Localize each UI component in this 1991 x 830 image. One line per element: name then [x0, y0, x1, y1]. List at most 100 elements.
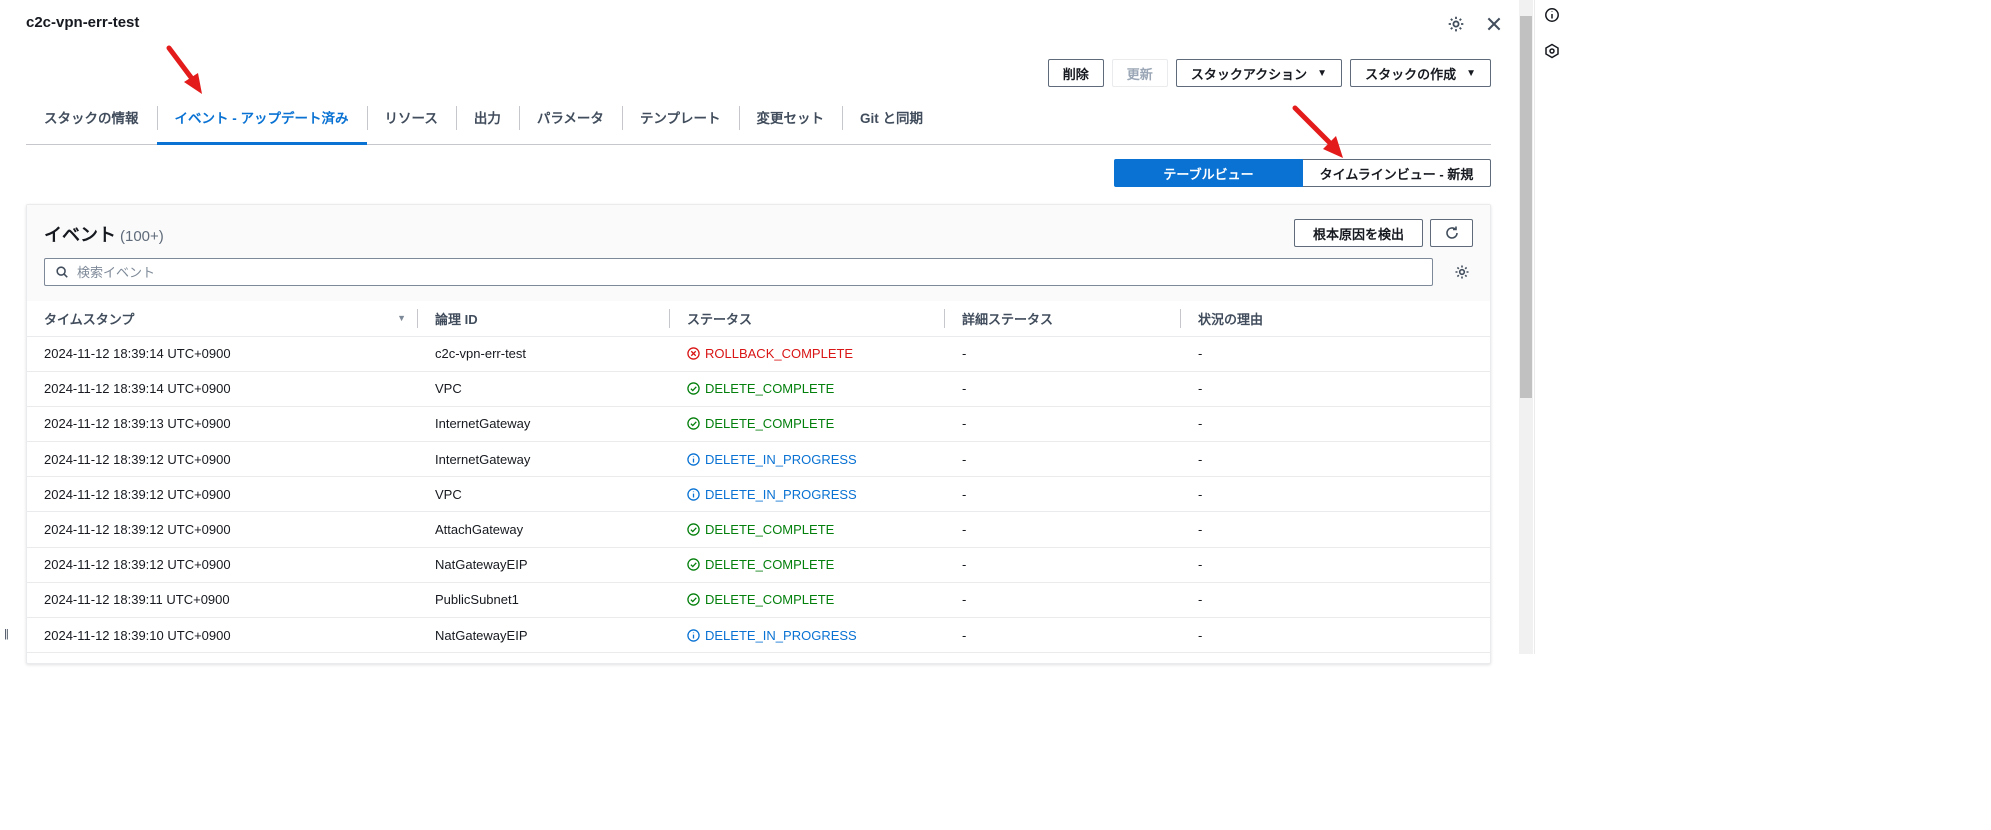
search-input[interactable]	[77, 264, 1377, 280]
column-header-timestamp[interactable]: タイムスタンプ ▼	[27, 301, 418, 337]
status-cell: DELETE_COMPLETE	[670, 547, 945, 583]
status-success-icon	[687, 593, 700, 607]
status-cell: ROLLBACK_COMPLETE	[670, 336, 945, 372]
status-success-icon	[687, 382, 700, 396]
table-row[interactable]: 2024-11-12 18:39:12 UTC+0900 AttachGatewa…	[27, 511, 1490, 548]
status-text: ROLLBACK_COMPLETE	[705, 346, 854, 362]
status-text: DELETE_IN_PROGRESS	[705, 627, 857, 643]
table-row[interactable]: 2024-11-12 18:39:12 UTC+0900 InternetGate…	[27, 441, 1490, 478]
delete-button-label: 削除	[1062, 66, 1089, 82]
column-header-detailed-status[interactable]: 詳細ステータス	[945, 301, 1181, 337]
close-icon[interactable]	[1485, 15, 1503, 33]
table-row[interactable]: 2024-11-12 18:39:11 UTC+0900 PublicSubnet…	[27, 582, 1490, 619]
status-text: DELETE_COMPLETE	[705, 557, 835, 573]
settings-icon[interactable]	[1447, 15, 1465, 33]
status-reason-cell: -	[1181, 617, 1490, 654]
column-header-status-reason[interactable]: 状況の理由	[1181, 301, 1490, 337]
detailed-status-cell: -	[945, 547, 1181, 583]
status-cell: DELETE_IN_PROGRESS	[670, 617, 945, 654]
detailed-status-cell: -	[945, 511, 1181, 548]
timestamp-cell: 2024-11-12 18:39:12 UTC+0900	[27, 441, 418, 478]
tab-parameters[interactable]: パラメータ	[518, 98, 622, 144]
preferences-icon[interactable]	[1454, 264, 1470, 280]
caret-down-icon: ▼	[1317, 67, 1328, 79]
status-text: DELETE_COMPLETE	[705, 416, 835, 432]
tab-stack-info[interactable]: スタックの情報	[26, 98, 157, 144]
status-success-icon	[687, 417, 700, 431]
status-cell: DELETE_IN_PROGRESS	[670, 441, 945, 478]
table-row[interactable]: 2024-11-12 18:39:14 UTC+0900 VPC DELETE_CO…	[27, 371, 1490, 407]
tab-resources[interactable]: リソース	[366, 98, 456, 144]
table-row[interactable]: 2024-11-12 18:39:14 UTC+0900 c2c-vpn-err-…	[27, 336, 1490, 372]
status-cell: DELETE_COMPLETE	[670, 511, 945, 548]
column-header-status[interactable]: ステータス	[670, 301, 945, 337]
drag-handle-icon[interactable]: ||	[4, 628, 9, 640]
status-reason-cell: -	[1181, 441, 1490, 478]
timestamp-cell: 2024-11-12 18:39:12 UTC+0900	[27, 511, 418, 548]
timestamp-cell: 2024-11-12 18:39:13 UTC+0900	[27, 406, 418, 443]
table-view-button[interactable]: テーブルビュー	[1114, 159, 1303, 187]
detailed-status-cell: -	[945, 371, 1181, 407]
status-text: DELETE_IN_PROGRESS	[705, 451, 857, 467]
status-success-icon	[687, 558, 700, 571]
refresh-button[interactable]	[1430, 219, 1473, 247]
create-stack-dropdown[interactable]: スタックの作成 ▼	[1350, 59, 1491, 87]
logical-id-cell: PublicSubnet1	[418, 582, 670, 619]
tab-change-sets[interactable]: 変更セット	[738, 98, 843, 144]
help-panel-icon[interactable]	[1544, 43, 1560, 59]
stack-actions-dropdown[interactable]: スタックアクション ▼	[1175, 59, 1343, 87]
sort-icon[interactable]: ▼	[397, 313, 406, 323]
table-row[interactable]: 2024-11-12 18:39:12 UTC+0900 NatGatewayEI…	[27, 547, 1490, 583]
logical-id-cell: NatGatewayEIP	[418, 617, 670, 654]
tab-git-sync[interactable]: Git と同期	[842, 98, 941, 144]
table-row[interactable]: 2024-11-12 18:39:12 UTC+0900 VPC DELETE_IN…	[27, 476, 1490, 513]
logical-id-cell: NatGatewayEIP	[418, 547, 670, 583]
status-indicator: DELETE_COMPLETE	[687, 381, 945, 396]
scrollbar-thumb[interactable]	[1520, 16, 1532, 398]
status-indicator: ROLLBACK_COMPLETE	[687, 346, 945, 361]
tab-label: パラメータ	[536, 111, 604, 126]
tab-template[interactable]: テンプレート	[621, 98, 739, 144]
status-success-icon	[687, 523, 700, 536]
logical-id-cell: c2c-vpn-err-test	[418, 336, 670, 372]
logical-id-cell: AttachGateway	[418, 511, 670, 548]
column-header-logical-id[interactable]: 論理 ID	[418, 301, 670, 337]
status-text: DELETE_COMPLETE	[705, 522, 835, 538]
status-text: DELETE_COMPLETE	[705, 592, 835, 608]
logical-id-cell: InternetGateway	[418, 441, 670, 478]
status-reason-cell: -	[1181, 476, 1490, 513]
status-cell: DELETE_IN_PROGRESS	[670, 476, 945, 513]
detailed-status-cell: -	[945, 617, 1181, 654]
events-title: イベント (100+)	[44, 221, 164, 247]
search-icon	[56, 266, 68, 278]
create-stack-label: スタックの作成	[1365, 66, 1457, 82]
annotation-arrow-icon	[166, 45, 202, 94]
status-indicator: DELETE_COMPLETE	[687, 522, 945, 537]
events-title-text: イベント	[44, 225, 116, 245]
tab-label: Git と同期	[860, 111, 924, 126]
table-row[interactable]: 2024-11-12 18:39:10 UTC+0900 NatGatewayEI…	[27, 617, 1490, 654]
status-reason-cell: -	[1181, 336, 1490, 372]
tab-outputs[interactable]: 出力	[455, 98, 519, 144]
column-label: 状況の理由	[1198, 311, 1264, 327]
column-label: 論理 ID	[435, 311, 478, 327]
status-indicator: DELETE_IN_PROGRESS	[687, 452, 945, 467]
info-icon[interactable]	[1544, 7, 1560, 23]
search-field[interactable]	[44, 258, 1433, 286]
table-row[interactable]: 2024-11-12 18:39:13 UTC+0900 InternetGate…	[27, 406, 1490, 443]
timestamp-cell: 2024-11-12 18:39:14 UTC+0900	[27, 336, 418, 372]
detailed-status-cell: -	[945, 406, 1181, 443]
update-button[interactable]: 更新	[1111, 59, 1168, 87]
delete-button[interactable]: 削除	[1047, 59, 1104, 87]
right-tools-rail	[1534, 0, 1568, 654]
tab-events[interactable]: イベント - アップデート済み	[156, 98, 367, 145]
detect-root-cause-button[interactable]: 根本原因を検出	[1293, 219, 1423, 247]
status-indicator: DELETE_COMPLETE	[687, 592, 945, 607]
logical-id-cell: VPC	[418, 476, 670, 513]
timestamp-cell: 2024-11-12 18:39:14 UTC+0900	[27, 371, 418, 407]
update-button-label: 更新	[1126, 66, 1153, 82]
status-info-icon	[687, 488, 700, 501]
status-indicator: DELETE_IN_PROGRESS	[687, 628, 945, 643]
tab-label: テンプレート	[639, 111, 721, 126]
status-info-icon	[687, 628, 700, 642]
